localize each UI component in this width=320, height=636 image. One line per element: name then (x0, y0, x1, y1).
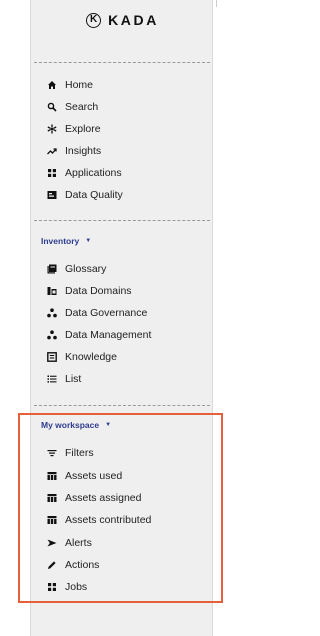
nav-item-label: Glossary (65, 263, 107, 275)
data-domains-icon (47, 286, 57, 296)
brand[interactable]: K KADA (31, 10, 214, 30)
divider (34, 405, 210, 406)
nav-item-explore[interactable]: Explore (47, 119, 101, 139)
section-title: My workspace (41, 420, 100, 430)
nav-item-applications[interactable]: Applications (47, 163, 122, 183)
brand-name: KADA (108, 12, 159, 28)
glossary-icon (47, 264, 57, 274)
data-quality-icon (47, 190, 57, 200)
nav-item-data-governance[interactable]: Data Governance (47, 303, 147, 323)
actions-icon (47, 560, 57, 570)
nav-item-label: List (65, 373, 82, 385)
nav-item-insights[interactable]: Insights (47, 141, 101, 161)
nav-item-glossary[interactable]: Glossary (47, 259, 106, 279)
nav-item-label: Data Quality (65, 189, 123, 201)
filter-icon (47, 448, 57, 458)
sidebar: K KADA Home Search Explore Insights Appl… (30, 0, 213, 636)
nav-item-label: Assets contributed (65, 514, 152, 526)
nav-item-label: Search (65, 101, 99, 113)
nav-item-assets-used[interactable]: Assets used (47, 466, 122, 486)
nav-item-label: Applications (65, 167, 122, 179)
table-icon (47, 493, 57, 503)
nav-item-label: Data Domains (65, 285, 132, 297)
explore-icon (47, 124, 57, 134)
nav-item-label: Data Management (65, 329, 152, 341)
nav-item-data-quality[interactable]: Data Quality (47, 185, 123, 205)
content-area (213, 0, 240, 636)
content-edge-mark (216, 0, 217, 7)
nav-item-label: Actions (65, 559, 100, 571)
nav-item-alerts[interactable]: Alerts (47, 533, 92, 553)
nav-item-filters[interactable]: Filters (47, 443, 94, 463)
divider (34, 220, 210, 221)
nav-item-assets-assigned[interactable]: Assets assigned (47, 488, 141, 508)
nav-item-label: Explore (65, 123, 101, 135)
home-icon (47, 80, 57, 90)
data-management-icon (47, 330, 57, 340)
nav-item-home[interactable]: Home (47, 75, 93, 95)
applications-icon (47, 168, 57, 178)
table-icon (47, 471, 57, 481)
nav-item-label: Home (65, 79, 94, 91)
nav-item-label: Insights (65, 145, 102, 157)
nav-item-list[interactable]: List (47, 369, 81, 389)
nav-item-knowledge[interactable]: Knowledge (47, 347, 117, 367)
list-icon (47, 374, 57, 384)
section-title: Inventory (41, 236, 80, 246)
nav-item-actions[interactable]: Actions (47, 555, 99, 575)
section-inventory-toggle[interactable]: Inventory ▼ (41, 234, 91, 248)
divider (34, 62, 210, 63)
nav-item-data-domains[interactable]: Data Domains (47, 281, 132, 301)
nav-item-assets-contributed[interactable]: Assets contributed (47, 510, 151, 530)
kada-logo-icon: K (86, 12, 102, 28)
table-icon (47, 515, 57, 525)
insights-icon (47, 146, 57, 156)
section-my-workspace-toggle[interactable]: My workspace ▼ (41, 418, 111, 432)
nav-item-search[interactable]: Search (47, 97, 98, 117)
jobs-icon (47, 582, 57, 592)
nav-item-label: Assets assigned (65, 492, 142, 504)
nav-item-label: Knowledge (65, 351, 117, 363)
nav-item-label: Alerts (65, 537, 92, 549)
data-governance-icon (47, 308, 57, 318)
nav-item-label: Data Governance (65, 307, 148, 319)
caret-down-icon: ▼ (105, 422, 112, 428)
nav-item-label: Assets used (65, 470, 123, 482)
knowledge-icon (47, 352, 57, 362)
caret-down-icon: ▼ (85, 238, 92, 244)
alerts-icon (47, 538, 57, 548)
nav-item-jobs[interactable]: Jobs (47, 577, 87, 597)
search-icon (47, 102, 57, 112)
nav-item-label: Jobs (65, 581, 88, 593)
nav-item-label: Filters (65, 447, 94, 459)
nav-item-data-management[interactable]: Data Management (47, 325, 151, 345)
